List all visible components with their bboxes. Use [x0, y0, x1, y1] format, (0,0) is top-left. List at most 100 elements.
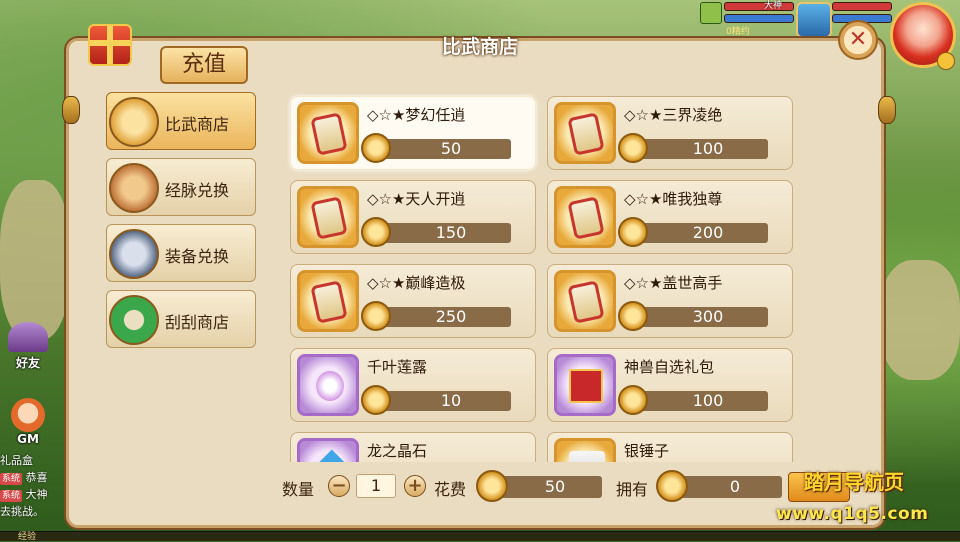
shop-item[interactable]: ◇☆★盖世高手 300: [547, 264, 793, 338]
friends-icon: [8, 322, 48, 352]
shop-item[interactable]: 龙之晶石: [290, 432, 536, 462]
shop-item[interactable]: ◇☆★三界凌绝 100: [547, 96, 793, 170]
shop-nav: 比武商店 经脉兑换 装备兑换 刮刮商店: [106, 92, 258, 356]
nav-item-label: 刮刮商店: [165, 313, 230, 332]
item-name: ◇☆★天人开逍: [367, 190, 466, 208]
nav-item-meridian-exchange[interactable]: 经脉兑换: [106, 158, 256, 216]
shop-item[interactable]: ◇☆★梦幻任逍 50: [290, 96, 536, 170]
item-price: 10: [361, 385, 511, 415]
close-button[interactable]: ✕: [838, 20, 878, 60]
shop-item[interactable]: ◇☆★巅峰造极 250: [290, 264, 536, 338]
background-rock: [880, 260, 960, 380]
buff-icon[interactable]: [700, 2, 722, 24]
background-rock: [0, 180, 70, 340]
friends-button[interactable]: 好友: [6, 322, 50, 378]
crystal-icon: [297, 438, 359, 462]
watermark: 踏月导航页 www.q1q5.com: [772, 466, 960, 530]
scratch-emblem-icon: [109, 295, 159, 345]
item-name: ◇☆★梦幻任逍: [367, 106, 466, 124]
gift-box-icon: [554, 354, 616, 416]
item-price: 100: [618, 385, 768, 415]
nav-item-equipment-exchange[interactable]: 装备兑换: [106, 224, 256, 282]
nav-item-pvp-shop[interactable]: 比武商店: [106, 92, 256, 150]
chat-line: 礼品盒: [0, 452, 72, 469]
price-value: 250: [435, 307, 467, 326]
item-name: 神兽自选礼包: [624, 358, 715, 376]
other-player-name: 大神: [764, 1, 783, 11]
shop-item-list[interactable]: ◇☆★梦幻任逍 50 ◇☆★三界凌绝 100 ◇☆★天人开逍 150 ◇☆★唯我…: [286, 94, 794, 462]
item-name: ◇☆★巅峰造极: [367, 274, 466, 292]
owned-label: 拥有: [616, 480, 649, 499]
panel-title: 比武商店: [441, 36, 518, 58]
coin-icon: [361, 133, 391, 163]
item-name: ◇☆★盖世高手: [624, 274, 723, 292]
cost-label: 花费: [434, 480, 467, 499]
chat-text: 去挑战。: [0, 505, 44, 518]
system-tag: 系统: [0, 473, 23, 485]
chat-line: 系统 大神: [0, 486, 72, 503]
scroll-icon: [554, 186, 616, 248]
gm-button[interactable]: GM: [8, 398, 48, 448]
shop-item[interactable]: 银锤子: [547, 432, 793, 462]
shop-item[interactable]: ◇☆★天人开逍 150: [290, 180, 536, 254]
scroll-icon: [297, 102, 359, 164]
meridian-emblem-icon: [109, 163, 159, 213]
shop-emblem-icon: [109, 97, 159, 147]
item-price: 250: [361, 301, 511, 331]
coin-icon: [361, 385, 391, 415]
shop-item[interactable]: ◇☆★唯我独尊 200: [547, 180, 793, 254]
mp-fill: [725, 15, 793, 22]
coin-icon: [656, 470, 688, 502]
equipment-emblem-icon: [109, 229, 159, 279]
price-value: 300: [692, 307, 724, 326]
coin-icon: [361, 301, 391, 331]
hp-fill: [725, 3, 793, 10]
gm-icon: [11, 398, 45, 432]
price-value: 200: [692, 223, 724, 242]
scroll-icon: [554, 102, 616, 164]
scroll-icon: [297, 270, 359, 332]
item-name: 龙之晶石: [367, 442, 428, 460]
increase-quantity-button[interactable]: +: [404, 475, 426, 497]
decrease-quantity-button[interactable]: −: [328, 475, 350, 497]
nav-item-label: 比武商店: [165, 115, 230, 134]
chat-text: 大神: [25, 488, 48, 501]
price-value: 150: [435, 223, 467, 242]
item-name: 银锤子: [624, 442, 670, 460]
pet-status-bars: [724, 2, 794, 26]
item-name: ◇☆★唯我独尊: [624, 190, 723, 208]
recharge-tab[interactable]: 充值: [160, 46, 248, 84]
scroll-icon: [554, 270, 616, 332]
gift-icon[interactable]: [88, 24, 132, 66]
lantern-icon: [878, 96, 896, 124]
price-value: 100: [692, 391, 724, 410]
chat-text: 礼品盒: [0, 454, 33, 467]
hp-fill: [833, 3, 891, 10]
item-name: 千叶莲露: [367, 358, 428, 376]
purchase-footer: 数量 − 1 + 花费 50 拥有 0: [282, 470, 802, 502]
system-tag: 系统: [0, 490, 23, 502]
friends-label: 好友: [15, 356, 40, 370]
shop-item[interactable]: 千叶莲露 10: [290, 348, 536, 422]
coin-icon: [476, 470, 508, 502]
coin-icon: [618, 385, 648, 415]
shop-item[interactable]: 神兽自选礼包 100: [547, 348, 793, 422]
gm-label: GM: [17, 432, 39, 446]
owned-display: 0: [656, 470, 782, 502]
lotus-dew-icon: [297, 354, 359, 416]
experience-bar: 经验: [0, 531, 960, 542]
mp-bar: [724, 14, 794, 23]
watermark-title: 踏月导航页: [804, 470, 904, 494]
nav-item-label: 装备兑换: [165, 247, 230, 266]
chat-line: 系统 恭喜: [0, 469, 72, 486]
item-price: 300: [618, 301, 768, 331]
nav-item-scratch-shop[interactable]: 刮刮商店: [106, 290, 256, 348]
chat-feed[interactable]: 礼品盒 系统 恭喜 系统 大神 去挑战。: [0, 452, 72, 520]
quantity-field[interactable]: 1: [356, 474, 396, 498]
lantern-icon: [62, 96, 80, 124]
experience-label: 经验: [18, 532, 37, 542]
price-value: 50: [440, 139, 462, 158]
cost-display: 50: [476, 470, 602, 502]
hp-bar: [832, 2, 892, 11]
coin-icon: [618, 217, 648, 247]
